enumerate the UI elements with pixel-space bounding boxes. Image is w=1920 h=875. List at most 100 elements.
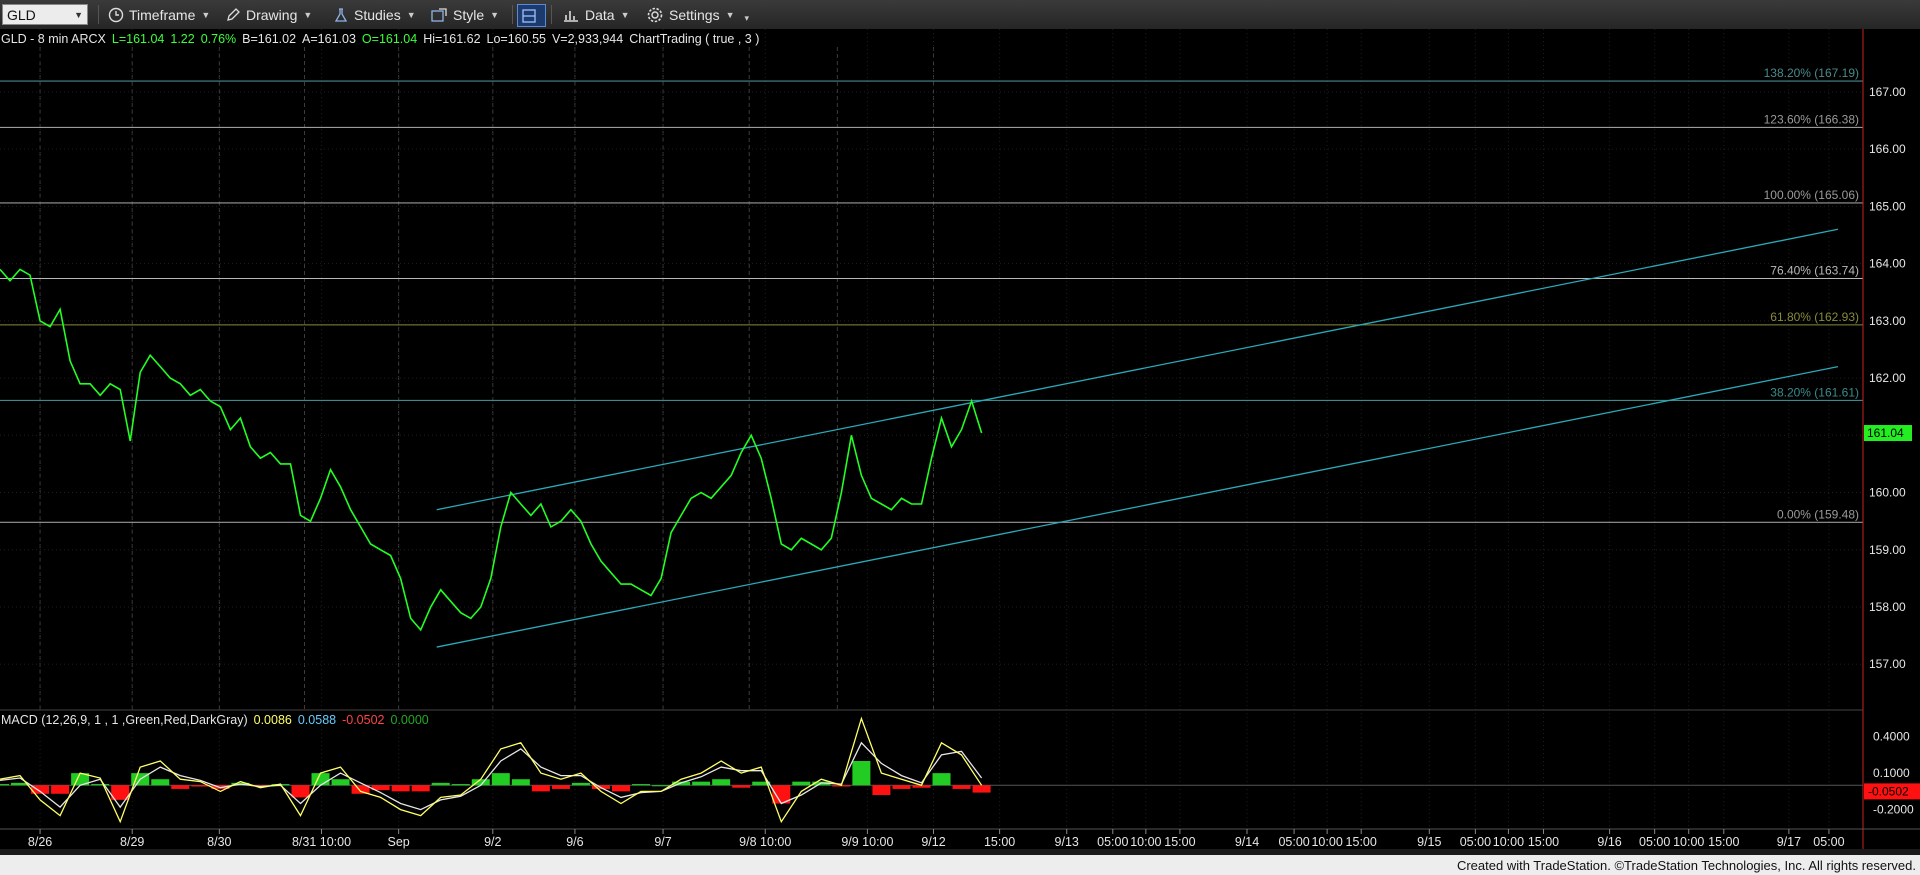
macd-histogram-bar [551,785,570,789]
toolbar-divider [98,5,99,24]
macd-histogram-bar [531,785,550,792]
last-price-label: 161.04 [1867,426,1904,440]
time-tick-label: 8/30 [207,835,231,849]
chevron-down-icon: ▾ [744,13,750,23]
style-button[interactable]: Style ▼ [430,4,499,25]
macd-histogram-bar [91,784,110,786]
macd-histogram-bar [411,785,430,792]
price-tick-label: 157.00 [1869,657,1906,671]
macd-histogram-bar [632,784,651,786]
macd-header: MACD (12,26,9, 1 , 1 ,Green,Red,DarkGray… [1,713,429,727]
time-tick-label: 05:00 [1460,835,1491,849]
fib-level-label: 100.00% (165.06) [1764,188,1859,202]
macd-histogram-bar [511,779,530,786]
macd-histogram-bar [291,785,310,798]
time-tick-label: 15:00 [984,835,1015,849]
macd-histogram-bar [451,784,470,786]
macd-histogram-bar [491,773,510,786]
time-tick-label: 9/15 [1417,835,1441,849]
settings-label: Settings [669,6,720,23]
macd-histogram-bar [892,785,911,789]
chart-background [0,29,1920,855]
header-value: GLD - 8 min ARCX [1,32,107,46]
copyright-text: Created with TradeStation. ©TradeStation… [1456,858,1916,873]
time-tick-label: 8/31 10:00 [292,835,351,849]
timeframe-button[interactable]: Timeframe ▼ [108,4,210,25]
header-value: O=161.04 [362,32,417,46]
symbol-header: GLD - 8 min ARCX L=161.04 1.22 0.76% B=161.0… [1,32,759,46]
studies-button[interactable]: Studies ▼ [333,4,416,25]
header-value: 0.0000 [391,713,429,727]
style-label: Style [453,6,485,23]
time-tick-label: 10:00 [1673,835,1704,849]
studies-label: Studies [354,6,401,23]
fib-level-label: 76.40% (163.74) [1770,264,1859,278]
gear-icon [647,7,663,22]
symbol-dropdown[interactable]: GLD ▼ [2,4,88,25]
macd-histogram-bar [51,785,70,794]
price-tick-label: 159.00 [1869,543,1906,557]
symbol-value: GLD [7,6,36,23]
settings-button[interactable]: Settings ▼ ▾ [646,4,749,25]
time-tick-label: 9/8 10:00 [739,835,791,849]
time-tick-label: 05:00 [1278,835,1309,849]
drawing-label: Drawing [246,6,298,23]
data-button[interactable]: Data ▼ [562,4,630,25]
macd-histogram-bar [191,785,210,787]
time-tick-label: 15:00 [1346,835,1377,849]
fib-level-label: 38.20% (161.61) [1770,385,1859,399]
time-tick-label: 05:00 [1813,835,1844,849]
macd-histogram-bar [952,785,971,789]
time-tick-label: 05:00 [1639,835,1670,849]
time-tick-label: 9/9 10:00 [841,835,893,849]
price-tick-label: 160.00 [1869,486,1906,500]
macd-histogram-bar [932,773,951,786]
macd-histogram-bar [712,779,731,786]
time-tick-label: 10:00 [1130,835,1161,849]
macd-histogram-bar [692,781,711,786]
price-tick-label: 163.00 [1869,314,1906,328]
header-value: 1.22 [170,32,194,46]
price-tick-label: 165.00 [1869,199,1906,213]
timeframe-label: Timeframe [129,6,196,23]
time-tick-label: Sep [388,835,410,849]
header-value: ChartTrading ( true , 3 ) [629,32,759,46]
price-chart[interactable]: 138.20% (167.19) 123.60% (166.38) 100.00% … [0,29,1920,855]
toolbar-divider [512,5,513,24]
price-tick-label: 164.00 [1869,257,1906,271]
macd-tick-label: -0.2000 [1873,803,1914,817]
time-tick-label: 9/12 [921,835,945,849]
time-tick-label: 15:00 [1528,835,1559,849]
header-value: 0.0588 [298,713,336,727]
toolbar-divider [551,5,552,24]
price-tick-label: 167.00 [1869,85,1906,99]
header-value: V=2,933,944 [552,32,623,46]
header-value: MACD (12,26,9, 1 , 1 ,Green,Red,DarkGray… [1,713,248,727]
header-value: B=161.02 [242,32,296,46]
macd-histogram-bar [732,785,751,788]
macd-histogram-bar [792,781,811,786]
macd-tick-label: 0.4000 [1873,730,1910,744]
chevron-down-icon: ▼ [74,9,83,20]
chevron-down-icon: ▼ [303,9,313,20]
fib-level-label: 61.80% (162.93) [1770,310,1859,324]
macd-histogram-bar [612,785,630,792]
chevron-down-icon: ▼ [620,9,630,20]
time-tick-label: 8/29 [120,835,144,849]
layout-button[interactable] [517,4,546,27]
time-tick-label: 9/16 [1597,835,1621,849]
bar-chart-icon [564,10,578,22]
macd-histogram-bar [311,773,330,786]
drawing-button[interactable]: Drawing ▼ [225,4,312,25]
chevron-down-icon: ▼ [406,9,416,20]
macd-histogram-bar [151,779,170,786]
footer: Created with TradeStation. ©TradeStation… [0,855,1920,875]
macd-tick-label: 0.1000 [1873,766,1910,780]
pencil-icon [227,7,240,21]
header-value: Hi=161.62 [423,32,480,46]
macd-histogram-bar [431,782,450,786]
header-value: Lo=160.55 [487,32,546,46]
time-tick-label: 9/6 [566,835,583,849]
header-value: A=161.03 [302,32,356,46]
chevron-down-icon: ▼ [490,9,500,20]
